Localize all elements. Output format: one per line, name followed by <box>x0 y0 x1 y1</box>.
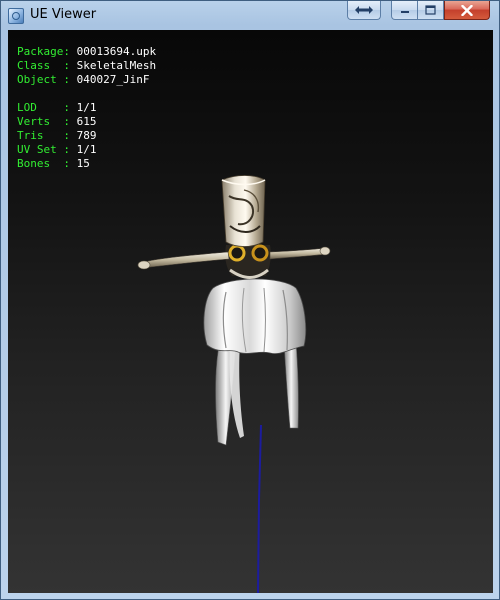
app-window: UE Viewer Package: 00013694.upk Class: … <box>0 0 500 600</box>
info-row-object: Object : 040027_JinF <box>17 73 150 86</box>
stat-row-lod: LOD : 1/1 <box>17 101 97 114</box>
minimize-button[interactable] <box>391 1 418 20</box>
mesh-info-panel: Package: 00013694.upk Class : SkeletalMe… <box>17 45 156 171</box>
maximize-icon <box>425 5 436 15</box>
stat-row-uvset: UV Set : 1/1 <box>17 143 97 156</box>
swap-button[interactable] <box>347 1 381 20</box>
axis-line <box>257 424 262 593</box>
close-icon <box>461 4 473 16</box>
stat-row-tris: Tris : 789 <box>17 129 97 142</box>
window-title: UE Viewer <box>30 7 97 22</box>
3d-viewport[interactable]: Package: 00013694.upk Class : SkeletalMe… <box>8 30 493 593</box>
maximize-button[interactable] <box>418 1 444 20</box>
app-icon <box>8 8 24 24</box>
info-row-package: Package: 00013694.upk <box>17 45 157 58</box>
minimize-icon <box>400 11 409 13</box>
stat-row-verts: Verts : 615 <box>17 115 97 128</box>
info-row-class: Class : SkeletalMesh <box>17 59 157 72</box>
stat-row-bones: Bones : 15 <box>17 157 90 170</box>
swap-arrows-icon <box>355 6 373 14</box>
close-button[interactable] <box>444 1 490 20</box>
